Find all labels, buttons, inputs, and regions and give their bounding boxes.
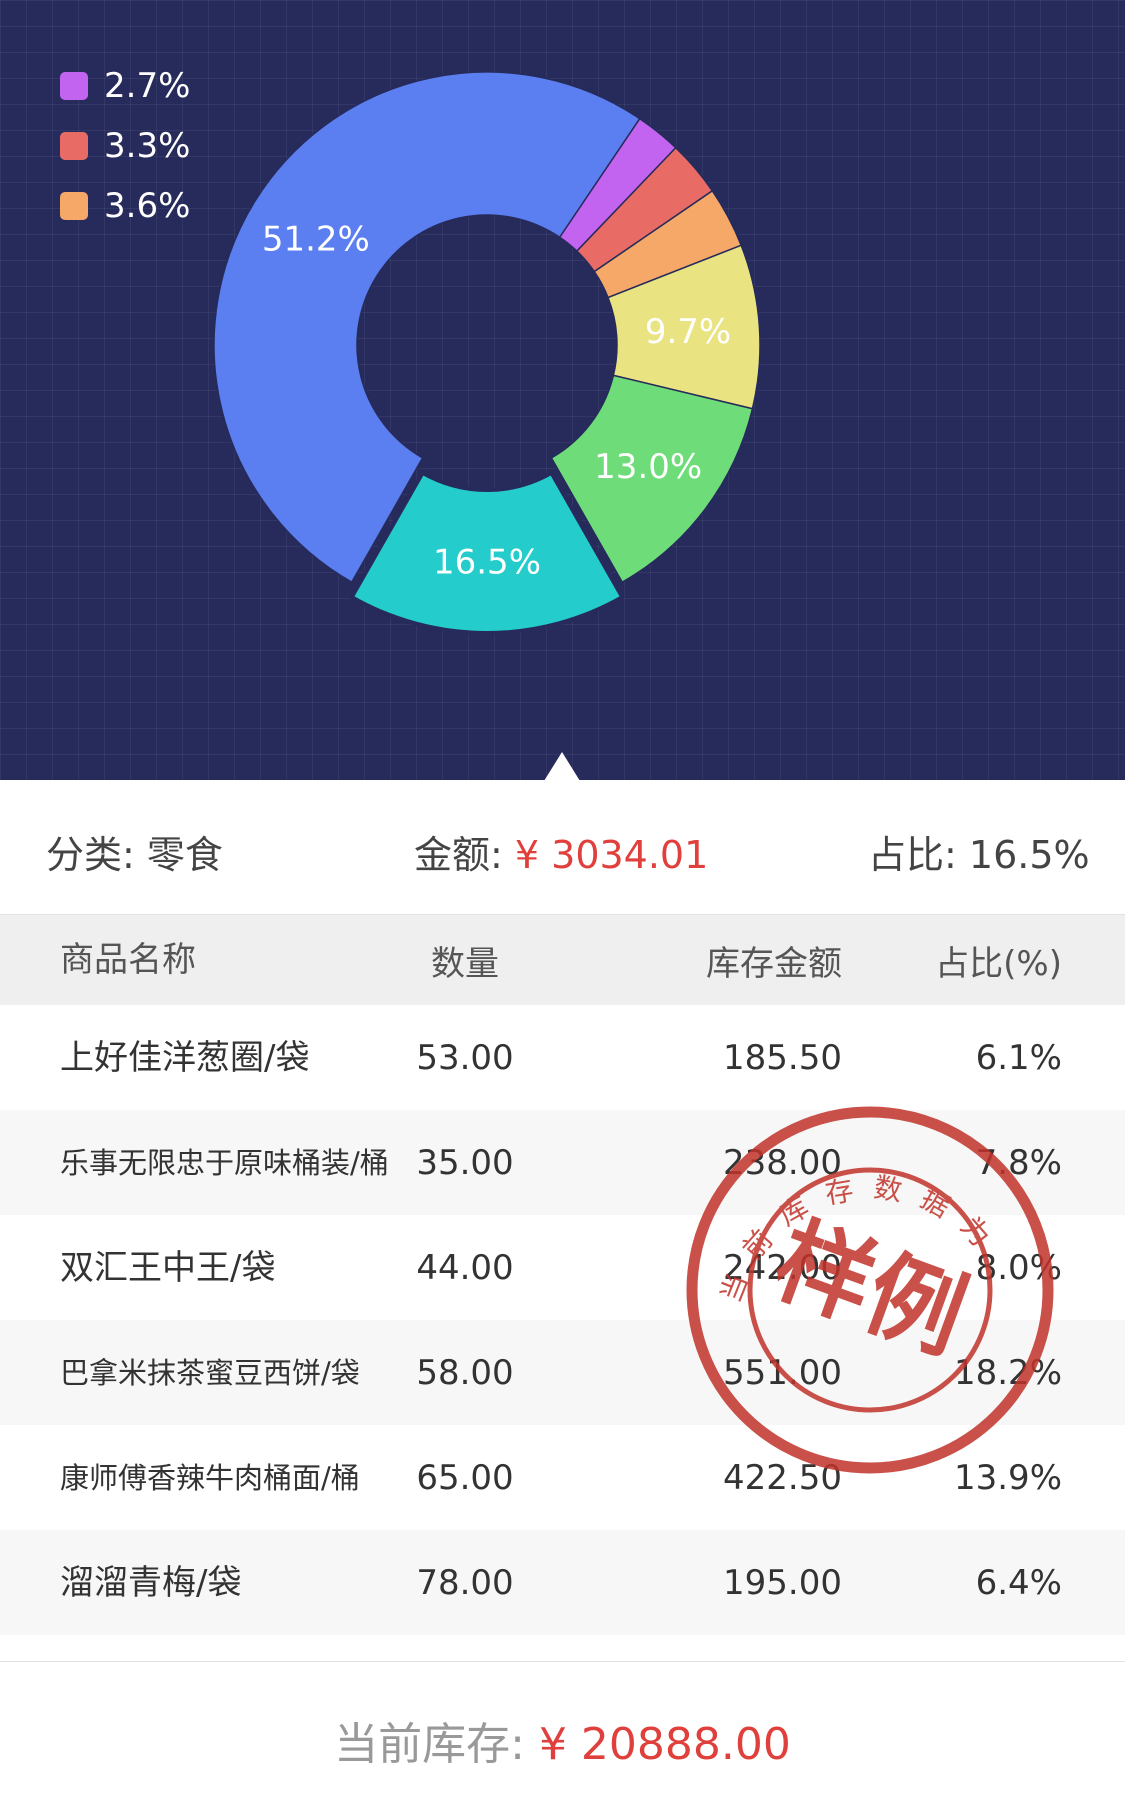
product-qty: 65.00 (416, 1457, 514, 1498)
legend-label: 3.3% (104, 126, 191, 166)
category-label: 分类: (46, 833, 147, 877)
inventory-total: 当前库存: ¥ 20888.00 (0, 1708, 1125, 1772)
chart-legend: 2.7% 3.3% 3.6% (60, 56, 190, 236)
product-name: 康师傅香辣牛肉桶面/桶 (60, 1460, 360, 1495)
header-amount: 库存金额 (706, 943, 842, 984)
selection-pointer (544, 752, 580, 781)
chart-panel: 51.2% 9.7% 13.0% 16.5% 2.7% 3.3% 3.6% (0, 0, 1125, 781)
table-header: 商品名称 数量 库存金额 占比(%) (0, 914, 1125, 1005)
product-pct: 6.4% (975, 1562, 1062, 1603)
product-name: 上好佳洋葱圈/袋 (60, 1037, 310, 1078)
product-pct: 7.8% (975, 1142, 1062, 1183)
slice-label: 9.7% (645, 312, 731, 352)
legend-label: 2.7% (104, 66, 191, 106)
product-name: 巴拿米抹茶蜜豆西饼/袋 (60, 1355, 360, 1390)
product-amount: 422.50 (723, 1457, 842, 1498)
header-name: 商品名称 (60, 940, 196, 980)
product-amount: 551.00 (723, 1352, 842, 1393)
legend-swatch (60, 132, 88, 160)
legend-item[interactable]: 3.3% (60, 116, 190, 176)
inventory-total-value: ¥ 20888.00 (538, 1719, 791, 1770)
ratio-value: 16.5% (968, 833, 1090, 877)
product-qty: 35.00 (416, 1142, 514, 1183)
summary-category: 分类: 零食 (46, 824, 223, 879)
product-pct: 13.9% (953, 1457, 1062, 1498)
table-row[interactable]: 巴拿米抹茶蜜豆西饼/袋 58.00 551.00 18.2% (0, 1320, 1125, 1425)
footer-divider (0, 1661, 1125, 1662)
amount-value: ¥ 3034.01 (514, 833, 709, 877)
inventory-total-label: 当前库存: (334, 1719, 539, 1770)
product-amount: 195.00 (723, 1562, 842, 1603)
slice-label: 16.5% (433, 543, 541, 583)
product-qty: 44.00 (416, 1247, 514, 1288)
legend-swatch (60, 192, 88, 220)
category-summary: 分类: 零食 金额: ¥ 3034.01 占比: 16.5% (0, 780, 1125, 914)
table-row[interactable]: 双汇王中王/袋 44.00 242.00 8.0% (0, 1215, 1125, 1320)
product-pct: 18.2% (953, 1352, 1062, 1393)
product-amount: 238.00 (723, 1142, 842, 1183)
slice-label: 13.0% (594, 447, 702, 487)
amount-label: 金额: (414, 833, 515, 877)
summary-amount: 金额: ¥ 3034.01 (414, 824, 708, 879)
header-qty: 数量 (431, 943, 499, 984)
legend-label: 3.6% (104, 186, 191, 226)
product-qty: 58.00 (416, 1352, 514, 1393)
product-pct: 6.1% (975, 1037, 1062, 1078)
product-table: 商品名称 数量 库存金额 占比(%) 上好佳洋葱圈/袋 53.00 185.50… (0, 914, 1125, 1635)
product-amount: 185.50 (723, 1037, 842, 1078)
product-qty: 78.00 (416, 1562, 514, 1603)
legend-item[interactable]: 3.6% (60, 176, 190, 236)
product-qty: 53.00 (416, 1037, 514, 1078)
table-row[interactable]: 溜溜青梅/袋 78.00 195.00 6.4% (0, 1530, 1125, 1635)
product-name: 双汇王中王/袋 (60, 1247, 276, 1288)
category-value: 零食 (146, 833, 223, 877)
ratio-label: 占比: (868, 833, 969, 877)
legend-swatch (60, 72, 88, 100)
legend-item[interactable]: 2.7% (60, 56, 190, 116)
summary-ratio: 占比: 16.5% (868, 824, 1090, 879)
table-row[interactable]: 康师傅香辣牛肉桶面/桶 65.00 422.50 13.9% (0, 1425, 1125, 1530)
slice-label: 51.2% (262, 220, 370, 260)
header-pct: 占比(%) (935, 943, 1062, 984)
product-pct: 8.0% (975, 1247, 1062, 1288)
table-row[interactable]: 乐事无限忠于原味桶装/桶 35.00 238.00 7.8% (0, 1110, 1125, 1215)
table-row[interactable]: 上好佳洋葱圈/袋 53.00 185.50 6.1% (0, 1005, 1125, 1110)
product-name: 乐事无限忠于原味桶装/桶 (60, 1145, 389, 1180)
product-name: 溜溜青梅/袋 (60, 1562, 242, 1603)
product-amount: 242.00 (723, 1247, 842, 1288)
